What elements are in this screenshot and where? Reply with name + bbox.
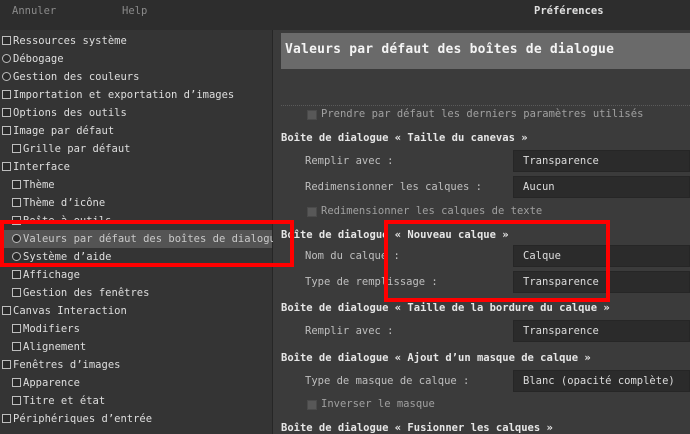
window-management-icon xyxy=(12,288,21,297)
mask-type-label: Type de masque de calque : xyxy=(305,375,470,387)
import-export-icon xyxy=(2,90,11,99)
nav-item-gestion-fenetres[interactable]: Gestion des fenêtres xyxy=(0,284,272,302)
canvas-fill-label: Remplir avec : xyxy=(305,155,394,167)
image-windows-icon xyxy=(2,360,11,369)
section-canvas-size-title: Boîte de dialogue « Taille du canevas » xyxy=(281,132,528,144)
nav-item-peripheriques-entree[interactable]: Périphériques d’entrée xyxy=(0,410,272,428)
section-merge-layers-title: Boîte de dialogue « Fusionner les calque… xyxy=(281,422,553,434)
nav-item-options-outils[interactable]: Options des outils xyxy=(0,104,272,122)
canvas-icon xyxy=(2,306,11,315)
nav-item-grille-defaut[interactable]: Grille par défaut xyxy=(0,140,272,158)
display-icon xyxy=(12,270,21,279)
nav-item-alignement[interactable]: Alignement xyxy=(0,338,272,356)
appearance-icon xyxy=(12,378,21,387)
nav-item-titre-etat[interactable]: Titre et état xyxy=(0,392,272,410)
window-title: Préférences xyxy=(534,5,604,17)
divider xyxy=(281,105,690,106)
nav-item-interface[interactable]: Interface xyxy=(0,158,272,176)
tools-icon xyxy=(2,108,11,117)
input-devices-icon xyxy=(2,414,11,423)
nav-item-gestion-couleurs[interactable]: Gestion des couleurs xyxy=(0,68,272,86)
resize-layers-select[interactable]: Aucun xyxy=(513,176,690,198)
nav-item-fenetres-images[interactable]: Fenêtres d’images xyxy=(0,356,272,374)
nav-item-apparence[interactable]: Apparence xyxy=(0,374,272,392)
highlight-box-new-layer xyxy=(384,220,610,302)
boundary-fill-select[interactable]: Transparence xyxy=(513,320,690,342)
boundary-fill-label: Remplir avec : xyxy=(305,325,394,337)
invert-mask-label: Inverser le masque xyxy=(321,398,435,410)
nav-item-import-export[interactable]: Importation et exportation d’images xyxy=(0,86,272,104)
use-last-values-label: Prendre par défaut les derniers paramètr… xyxy=(321,108,644,120)
nav-item-ressources-systeme[interactable]: Ressources système xyxy=(0,32,272,50)
alignment-icon xyxy=(12,342,21,351)
nav-item-canvas-interaction[interactable]: Canvas Interaction xyxy=(0,302,272,320)
section-layer-mask-title: Boîte de dialogue « Ajout d’un masque de… xyxy=(281,352,591,364)
canvas-fill-select[interactable]: Transparence xyxy=(513,150,690,172)
nav-item-modifiers[interactable]: Modifiers xyxy=(0,320,272,338)
nav-item-image-defaut[interactable]: Image par défaut xyxy=(0,122,272,140)
resize-text-layers-checkbox[interactable] xyxy=(307,207,317,217)
highlight-box-nav xyxy=(0,220,294,267)
use-last-values-checkbox[interactable] xyxy=(307,110,317,120)
palette-icon xyxy=(2,72,11,81)
grid-icon xyxy=(12,144,21,153)
resize-text-layers-label: Redimensionner les calques de texte xyxy=(321,205,543,217)
page-title: Valeurs par défaut des boîtes de dialogu… xyxy=(281,33,690,69)
invert-mask-checkbox[interactable] xyxy=(307,400,317,410)
resize-layers-label: Redimensionner les calques : xyxy=(305,181,483,193)
cancel-button[interactable]: Annuler xyxy=(12,5,56,17)
mask-type-select[interactable]: Blanc (opacité complète) xyxy=(513,370,690,392)
nav-item-debogage[interactable]: Débogage xyxy=(0,50,272,68)
theme-icon xyxy=(12,180,21,189)
title-status-icon xyxy=(12,396,21,405)
interface-icon xyxy=(2,162,11,171)
top-bar: Annuler Help Préférences xyxy=(0,0,690,30)
icon-theme-icon xyxy=(12,198,21,207)
section-layer-boundary-title: Boîte de dialogue « Taille de la bordure… xyxy=(281,302,610,314)
nav-item-affichage[interactable]: Affichage xyxy=(0,266,272,284)
image-icon xyxy=(2,126,11,135)
modifiers-icon xyxy=(12,324,21,333)
help-button[interactable]: Help xyxy=(122,5,147,17)
nav-item-theme[interactable]: Thème xyxy=(0,176,272,194)
bug-icon xyxy=(2,54,11,63)
nav-item-theme-icone[interactable]: Thème d’icône xyxy=(0,194,272,212)
cpu-icon xyxy=(2,36,11,45)
